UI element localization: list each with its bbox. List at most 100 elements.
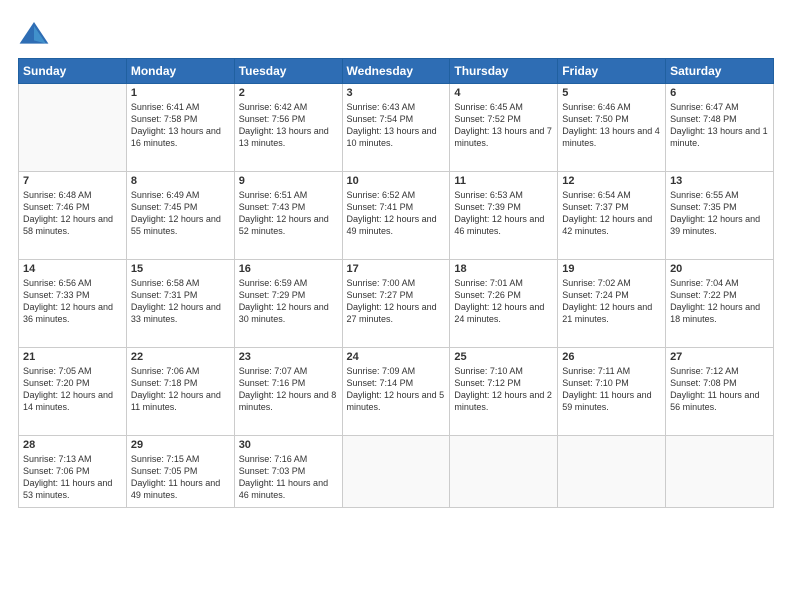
day-info: Sunrise: 6:51 AMSunset: 7:43 PMDaylight:… (239, 189, 338, 238)
day-info: Sunrise: 6:47 AMSunset: 7:48 PMDaylight:… (670, 101, 769, 150)
day-info: Sunrise: 7:15 AMSunset: 7:05 PMDaylight:… (131, 453, 230, 502)
day-info: Sunrise: 6:48 AMSunset: 7:46 PMDaylight:… (23, 189, 122, 238)
day-info: Sunrise: 6:41 AMSunset: 7:58 PMDaylight:… (131, 101, 230, 150)
day-info: Sunrise: 7:02 AMSunset: 7:24 PMDaylight:… (562, 277, 661, 326)
day-info: Sunrise: 7:16 AMSunset: 7:03 PMDaylight:… (239, 453, 338, 502)
day-number: 29 (131, 439, 230, 451)
day-info: Sunrise: 7:13 AMSunset: 7:06 PMDaylight:… (23, 453, 122, 502)
day-number: 20 (670, 263, 769, 275)
day-cell: 17 Sunrise: 7:00 AMSunset: 7:27 PMDayligh… (342, 260, 450, 348)
day-info: Sunrise: 6:52 AMSunset: 7:41 PMDaylight:… (347, 189, 446, 238)
day-number: 27 (670, 351, 769, 363)
day-cell (19, 84, 127, 172)
day-cell (450, 436, 558, 508)
day-info: Sunrise: 6:45 AMSunset: 7:52 PMDaylight:… (454, 101, 553, 150)
day-number: 19 (562, 263, 661, 275)
day-info: Sunrise: 6:42 AMSunset: 7:56 PMDaylight:… (239, 101, 338, 150)
day-info: Sunrise: 6:58 AMSunset: 7:31 PMDaylight:… (131, 277, 230, 326)
day-cell: 18 Sunrise: 7:01 AMSunset: 7:26 PMDayligh… (450, 260, 558, 348)
day-cell: 3 Sunrise: 6:43 AMSunset: 7:54 PMDaylight… (342, 84, 450, 172)
day-cell: 22 Sunrise: 7:06 AMSunset: 7:18 PMDayligh… (126, 348, 234, 436)
day-info: Sunrise: 6:53 AMSunset: 7:39 PMDaylight:… (454, 189, 553, 238)
day-number: 18 (454, 263, 553, 275)
day-number: 12 (562, 175, 661, 187)
page: SundayMondayTuesdayWednesdayThursdayFrid… (0, 0, 792, 612)
day-number: 14 (23, 263, 122, 275)
day-number: 17 (347, 263, 446, 275)
day-number: 10 (347, 175, 446, 187)
day-info: Sunrise: 6:55 AMSunset: 7:35 PMDaylight:… (670, 189, 769, 238)
calendar-header-row: SundayMondayTuesdayWednesdayThursdayFrid… (19, 59, 774, 84)
day-info: Sunrise: 7:00 AMSunset: 7:27 PMDaylight:… (347, 277, 446, 326)
day-cell: 2 Sunrise: 6:42 AMSunset: 7:56 PMDaylight… (234, 84, 342, 172)
logo (18, 18, 54, 50)
col-header-thursday: Thursday (450, 59, 558, 84)
day-cell: 30 Sunrise: 7:16 AMSunset: 7:03 PMDayligh… (234, 436, 342, 508)
day-cell: 26 Sunrise: 7:11 AMSunset: 7:10 PMDayligh… (558, 348, 666, 436)
day-number: 8 (131, 175, 230, 187)
day-info: Sunrise: 6:54 AMSunset: 7:37 PMDaylight:… (562, 189, 661, 238)
day-cell: 14 Sunrise: 6:56 AMSunset: 7:33 PMDayligh… (19, 260, 127, 348)
day-number: 1 (131, 87, 230, 99)
day-cell: 1 Sunrise: 6:41 AMSunset: 7:58 PMDaylight… (126, 84, 234, 172)
day-info: Sunrise: 6:59 AMSunset: 7:29 PMDaylight:… (239, 277, 338, 326)
day-cell: 6 Sunrise: 6:47 AMSunset: 7:48 PMDaylight… (666, 84, 774, 172)
col-header-monday: Monday (126, 59, 234, 84)
day-number: 30 (239, 439, 338, 451)
week-row-1: 1 Sunrise: 6:41 AMSunset: 7:58 PMDaylight… (19, 84, 774, 172)
day-number: 11 (454, 175, 553, 187)
col-header-wednesday: Wednesday (342, 59, 450, 84)
day-cell: 20 Sunrise: 7:04 AMSunset: 7:22 PMDayligh… (666, 260, 774, 348)
day-cell: 10 Sunrise: 6:52 AMSunset: 7:41 PMDayligh… (342, 172, 450, 260)
col-header-saturday: Saturday (666, 59, 774, 84)
day-number: 25 (454, 351, 553, 363)
day-number: 24 (347, 351, 446, 363)
logo-icon (18, 18, 50, 50)
day-info: Sunrise: 7:09 AMSunset: 7:14 PMDaylight:… (347, 365, 446, 414)
day-info: Sunrise: 7:11 AMSunset: 7:10 PMDaylight:… (562, 365, 661, 414)
day-number: 23 (239, 351, 338, 363)
day-cell: 23 Sunrise: 7:07 AMSunset: 7:16 PMDayligh… (234, 348, 342, 436)
day-number: 13 (670, 175, 769, 187)
day-info: Sunrise: 7:04 AMSunset: 7:22 PMDaylight:… (670, 277, 769, 326)
day-cell: 29 Sunrise: 7:15 AMSunset: 7:05 PMDayligh… (126, 436, 234, 508)
day-number: 6 (670, 87, 769, 99)
week-row-2: 7Sunrise: 6:48 AMSunset: 7:46 PMDaylight… (19, 172, 774, 260)
week-row-3: 14 Sunrise: 6:56 AMSunset: 7:33 PMDayligh… (19, 260, 774, 348)
day-info: Sunrise: 6:46 AMSunset: 7:50 PMDaylight:… (562, 101, 661, 150)
day-cell: 15 Sunrise: 6:58 AMSunset: 7:31 PMDayligh… (126, 260, 234, 348)
day-info: Sunrise: 7:06 AMSunset: 7:18 PMDaylight:… (131, 365, 230, 414)
day-number: 3 (347, 87, 446, 99)
day-cell: 11 Sunrise: 6:53 AMSunset: 7:39 PMDayligh… (450, 172, 558, 260)
day-number: 28 (23, 439, 122, 451)
day-info: Sunrise: 6:56 AMSunset: 7:33 PMDaylight:… (23, 277, 122, 326)
day-number: 26 (562, 351, 661, 363)
day-info: Sunrise: 6:49 AMSunset: 7:45 PMDaylight:… (131, 189, 230, 238)
day-number: 21 (23, 351, 122, 363)
day-number: 16 (239, 263, 338, 275)
day-cell (666, 436, 774, 508)
day-cell: 19 Sunrise: 7:02 AMSunset: 7:24 PMDayligh… (558, 260, 666, 348)
day-info: Sunrise: 7:07 AMSunset: 7:16 PMDaylight:… (239, 365, 338, 414)
calendar-table: SundayMondayTuesdayWednesdayThursdayFrid… (18, 58, 774, 508)
col-header-sunday: Sunday (19, 59, 127, 84)
day-cell: 4Sunrise: 6:45 AMSunset: 7:52 PMDaylight… (450, 84, 558, 172)
day-number: 15 (131, 263, 230, 275)
day-cell: 16 Sunrise: 6:59 AMSunset: 7:29 PMDayligh… (234, 260, 342, 348)
day-info: Sunrise: 7:10 AMSunset: 7:12 PMDaylight:… (454, 365, 553, 414)
day-cell: 8 Sunrise: 6:49 AMSunset: 7:45 PMDaylight… (126, 172, 234, 260)
day-cell (342, 436, 450, 508)
day-info: Sunrise: 6:43 AMSunset: 7:54 PMDaylight:… (347, 101, 446, 150)
header (18, 18, 774, 50)
day-number: 5 (562, 87, 661, 99)
day-number: 2 (239, 87, 338, 99)
day-cell (558, 436, 666, 508)
day-number: 22 (131, 351, 230, 363)
day-info: Sunrise: 7:12 AMSunset: 7:08 PMDaylight:… (670, 365, 769, 414)
day-info: Sunrise: 7:01 AMSunset: 7:26 PMDaylight:… (454, 277, 553, 326)
day-number: 9 (239, 175, 338, 187)
day-cell: 24 Sunrise: 7:09 AMSunset: 7:14 PMDayligh… (342, 348, 450, 436)
col-header-friday: Friday (558, 59, 666, 84)
day-cell: 9 Sunrise: 6:51 AMSunset: 7:43 PMDaylight… (234, 172, 342, 260)
day-cell: 21Sunrise: 7:05 AMSunset: 7:20 PMDayligh… (19, 348, 127, 436)
